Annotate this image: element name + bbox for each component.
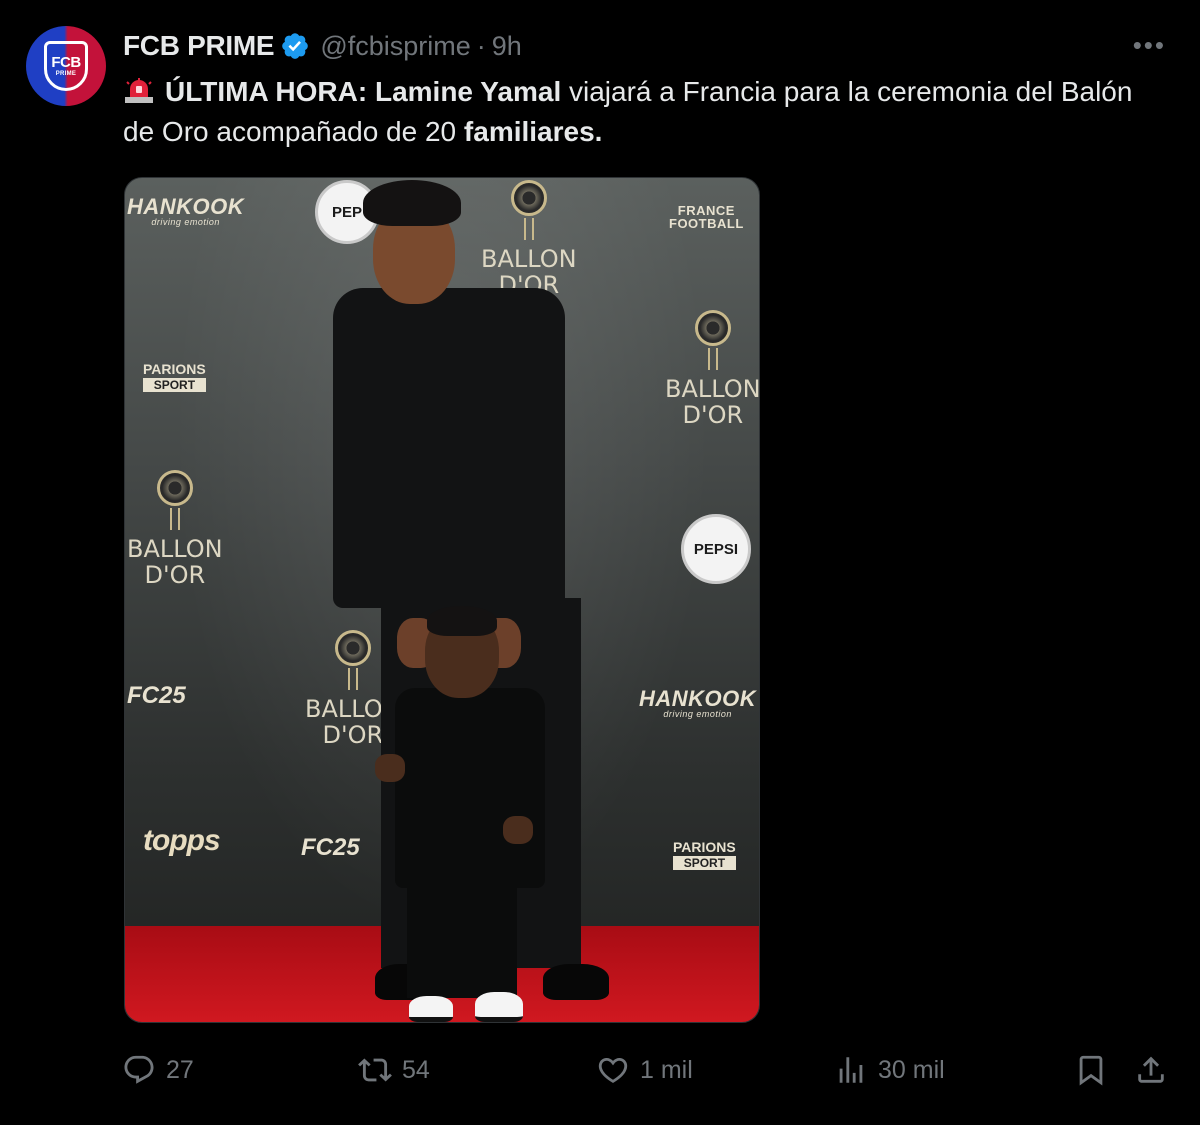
repost-button[interactable]: 54	[358, 1048, 430, 1092]
ballon-dor-logo: BALLON D'OR	[665, 310, 759, 428]
views-chart-icon	[839, 1057, 863, 1083]
reply-button[interactable]: 27	[122, 1048, 194, 1092]
avatar[interactable]: FCB PRIME	[26, 26, 106, 106]
france-football-logo: FRANCE FOOTBALL	[669, 203, 744, 231]
topps-logo: topps	[143, 824, 221, 857]
parions-sport-logo: PARIONS SPORT	[143, 361, 206, 392]
heart-icon	[598, 1057, 628, 1083]
avatar-text-sub: PRIME	[55, 70, 77, 77]
like-button[interactable]: 1 mil	[596, 1048, 693, 1092]
avatar-text-main: FCB	[51, 53, 81, 71]
more-options-icon[interactable]: •••	[1133, 30, 1166, 61]
tweet-header: FCB PRIME @fcbisprime · 9h	[123, 28, 522, 64]
siren-icon	[125, 78, 153, 103]
fc25-logo: FC25	[127, 682, 186, 709]
share-button[interactable]	[1134, 1048, 1168, 1092]
hankook-logo: HANKOOK driving emotion	[127, 194, 245, 227]
tweet[interactable]: FCB PRIME FCB PRIME @fcbisprime · 9h •••…	[0, 0, 1200, 1125]
bookmark-button[interactable]	[1074, 1048, 1108, 1092]
pepsi-logo: PEPSI	[681, 514, 751, 584]
views-button[interactable]: 30 mil	[834, 1048, 945, 1092]
display-name[interactable]: FCB PRIME	[123, 30, 275, 62]
separator-dot: ·	[476, 30, 486, 61]
reply-count: 27	[166, 1055, 194, 1084]
reply-icon	[124, 1055, 154, 1084]
fc25-logo: FC25	[301, 834, 360, 861]
views-count: 30 mil	[878, 1055, 945, 1084]
tweet-text-breaking: ÚLTIMA HORA:	[165, 76, 368, 107]
ballon-dor-logo: BALLON D'OR	[481, 180, 577, 298]
like-count: 1 mil	[640, 1055, 693, 1084]
parions-sport-logo: PARIONS SPORT	[673, 839, 736, 870]
tweet-text-name: Lamine Yamal	[374, 76, 562, 107]
handle[interactable]: @fcbisprime	[320, 31, 470, 62]
repost-icon	[358, 1058, 392, 1082]
tweet-text-end: familiares.	[463, 116, 603, 147]
tweet-photo[interactable]: HANKOOK driving emotion PEP BALLON D'OR FR…	[124, 177, 760, 1023]
action-bar: 27 54 1 mil 30 mil	[120, 1048, 1180, 1092]
repost-count: 54	[402, 1055, 430, 1084]
ballon-dor-logo: BALLON D'OR	[127, 470, 223, 588]
verified-badge-icon	[282, 33, 309, 59]
bookmark-icon	[1079, 1055, 1103, 1086]
timestamp[interactable]: 9h	[492, 31, 522, 62]
hankook-logo: HANKOOK driving emotion	[639, 686, 757, 719]
tweet-text: ÚLTIMA HORA: Lamine Yamal viajará a Fran…	[123, 72, 1163, 152]
fcb-crest-logo: FCB PRIME	[44, 41, 88, 91]
share-icon	[1138, 1056, 1164, 1083]
